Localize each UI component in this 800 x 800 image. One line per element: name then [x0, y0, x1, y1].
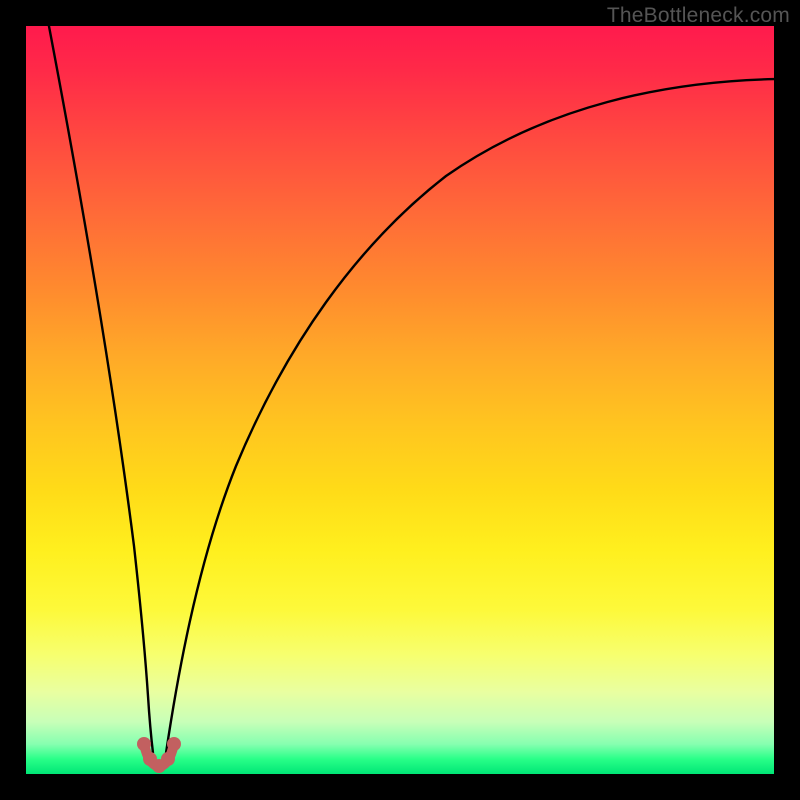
marker-dot	[167, 737, 181, 751]
marker-dot	[137, 737, 151, 751]
chart-frame: TheBottleneck.com	[0, 0, 800, 800]
marker-dot	[161, 752, 175, 766]
attribution-text: TheBottleneck.com	[607, 4, 790, 28]
bottleneck-curve	[26, 26, 774, 774]
curve-right	[166, 79, 774, 753]
plot-area	[26, 26, 774, 774]
curve-left	[48, 26, 153, 753]
